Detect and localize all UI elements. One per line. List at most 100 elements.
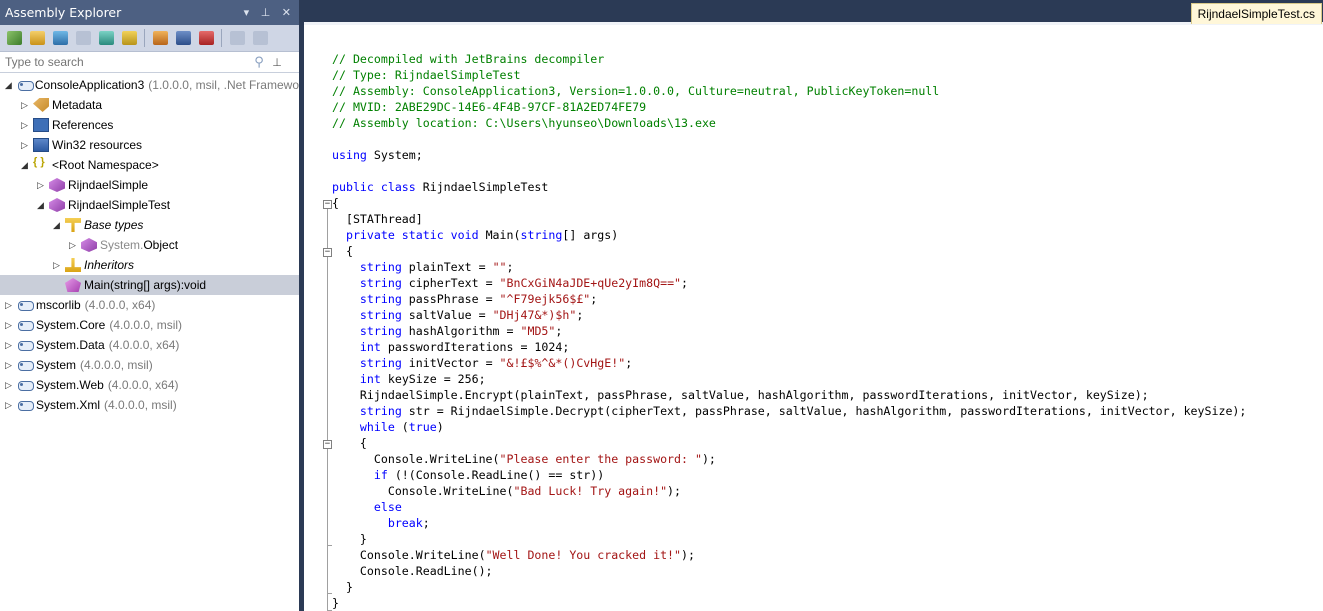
code-token: ) — [436, 420, 444, 434]
code-line: Console.WriteLine("Well Done! You cracke… — [332, 547, 695, 563]
clear-list-button[interactable] — [195, 27, 217, 49]
panel-title-bar: Assembly Explorer ▾ ⊥ ✕ — [0, 0, 299, 25]
save-list-button[interactable] — [172, 27, 194, 49]
tree-item-inheritors[interactable]: ▷ Inheritors — [0, 255, 299, 275]
tree-item-label: RijndaelSimpleTest — [68, 198, 171, 212]
expand-arrow-icon[interactable]: ▷ — [3, 320, 14, 331]
open-process-button[interactable] — [95, 27, 117, 49]
code-line: int keySize = 256; — [332, 371, 486, 387]
code-token: "^F79ejk56$£" — [499, 292, 591, 306]
search-icon[interactable]: ⚲ — [250, 53, 268, 71]
open-nuget-button[interactable] — [72, 27, 94, 49]
tree-item-label: System — [36, 358, 77, 372]
code-token: // Assembly: ConsoleApplication3, Versio… — [332, 84, 940, 98]
code-token: } — [332, 596, 339, 610]
code-token: // MVID: 2ABE29DC-14E6-4F4B-97CF-81A2ED7… — [332, 100, 647, 114]
code-line: // Type: RijndaelSimpleTest — [332, 67, 520, 83]
tree-item-rijndaelsimple[interactable]: ▷ RijndaelSimple — [0, 175, 299, 195]
assembly-list-button[interactable] — [149, 27, 171, 49]
tree-item-label: System.Data — [36, 338, 105, 352]
code-line: string plainText = ""; — [332, 259, 514, 275]
tree-item-metadata[interactable]: ▷ Metadata — [0, 95, 299, 115]
tree-item-version: (4.0.0.0, x64) — [107, 378, 179, 392]
panel-window-controls[interactable]: ▾ ⊥ ✕ — [244, 0, 295, 25]
nuget-icon — [75, 31, 91, 45]
code-token: ); — [701, 452, 716, 466]
code-token: private static void — [332, 228, 479, 242]
code-line: using System; — [332, 147, 423, 163]
collapse-arrow-icon[interactable]: ◢ — [35, 200, 46, 211]
code-line: string str = RijndaelSimple.Decrypt(ciph… — [332, 403, 1247, 419]
open-assembly-icon — [6, 31, 22, 45]
collapse-arrow-icon[interactable]: ◢ — [19, 160, 30, 171]
expand-arrow-icon[interactable]: ▷ — [3, 340, 14, 351]
symbols-icon — [121, 31, 137, 45]
tree-item-version: (4.0.0.0, msil) — [104, 398, 177, 412]
expand-arrow-icon[interactable]: ▷ — [19, 140, 30, 151]
code-line: private static void Main(string[] args) — [332, 227, 618, 243]
code-token: } — [332, 532, 367, 546]
code-token: using — [332, 148, 367, 162]
code-token: } — [332, 580, 353, 594]
search-input[interactable] — [0, 52, 250, 72]
expand-arrow-icon[interactable]: ▷ — [19, 100, 30, 111]
open-assembly-button[interactable] — [3, 27, 25, 49]
expand-arrow-icon[interactable]: ▷ — [3, 400, 14, 411]
collapse-arrow-icon[interactable]: ◢ — [51, 220, 62, 231]
code-token: ; — [422, 516, 430, 530]
code-line: } — [332, 579, 353, 595]
tree-item-sysobject[interactable]: ▷ System. Object — [0, 235, 299, 255]
tree-item-rijndaelsimpletest[interactable]: ◢ RijndaelSimpleTest — [0, 195, 299, 215]
code-line: string cipherText = "BnCxGiN4aJDE+qUe2yI… — [332, 275, 688, 291]
tree-item-system[interactable]: ▷ System (4.0.0.0, msil) — [0, 355, 299, 375]
collapse-arrow-icon[interactable]: ◢ — [3, 80, 14, 91]
export-project-button[interactable] — [249, 27, 271, 49]
expand-arrow-icon[interactable]: ▷ — [3, 360, 14, 371]
expand-arrow-icon[interactable]: ▷ — [19, 120, 30, 131]
fold-toggle-method[interactable]: − — [323, 248, 332, 257]
tree-item-sysxml[interactable]: ▷ System.Xml (4.0.0.0, msil) — [0, 395, 299, 415]
document-tab-strip: RijndaelSimpleTest.cs — [304, 0, 1323, 25]
fold-toggle-while[interactable]: − — [323, 440, 332, 449]
export-button[interactable] — [226, 27, 248, 49]
open-folder-button[interactable] — [26, 27, 48, 49]
code-token: { — [332, 196, 339, 210]
tree-item-sysdata[interactable]: ▷ System.Data (4.0.0.0, x64) — [0, 335, 299, 355]
clear-icon — [198, 31, 214, 45]
tree-item-mainmethod[interactable]: Main(string[] args):void — [0, 275, 299, 295]
document-tab[interactable]: RijndaelSimpleTest.cs — [1190, 3, 1322, 24]
code-line: { — [332, 243, 353, 259]
expand-arrow-icon[interactable]: ▷ — [3, 300, 14, 311]
tree-item-consoleapp3[interactable]: ◢ ConsoleApplication3 (1.0.0.0, msil, .Net… — [0, 75, 299, 95]
tree-item-syscore[interactable]: ▷ System.Core (4.0.0.0, msil) — [0, 315, 299, 335]
tree-item-references[interactable]: ▷ References — [0, 115, 299, 135]
code-token: else — [332, 500, 402, 514]
tree-item-sysweb[interactable]: ▷ System.Web (4.0.0.0, x64) — [0, 375, 299, 395]
expand-arrow-icon[interactable]: ▷ — [35, 180, 46, 191]
inheritors-icon — [65, 258, 81, 272]
method-icon — [65, 278, 81, 292]
expand-arrow-icon[interactable]: ▷ — [3, 380, 14, 391]
tree-item-win32res[interactable]: ▷ Win32 resources — [0, 135, 299, 155]
tree-item-mscorlib[interactable]: ▷ mscorlib (4.0.0.0, x64) — [0, 295, 299, 315]
code-line: Console.WriteLine("Please enter the pass… — [332, 451, 716, 467]
expand-arrow-icon[interactable]: ▷ — [51, 260, 62, 271]
assembly-icon — [17, 378, 34, 392]
code-token: (!(Console.ReadLine() == str)) — [387, 468, 605, 482]
class-icon — [81, 238, 97, 252]
tree-item-label: ConsoleApplication3 — [34, 78, 145, 92]
code-line: // Assembly: ConsoleApplication3, Versio… — [332, 83, 939, 99]
code-token: int — [332, 372, 381, 386]
namespace-icon — [33, 156, 49, 172]
expand-arrow-icon[interactable]: ▷ — [67, 240, 78, 251]
open-from-gac-button[interactable] — [49, 27, 71, 49]
open-symbols-button[interactable] — [118, 27, 140, 49]
code-token: "" — [492, 260, 507, 274]
pin-icon[interactable]: ⊥ — [268, 53, 286, 71]
code-token: [] args) — [562, 228, 619, 242]
assembly-icon — [17, 358, 34, 372]
assembly-explorer-panel: Assembly Explorer ▾ ⊥ ✕ ⚲ ⊥ ◢ ConsoleAppl… — [0, 0, 299, 611]
tree-item-rootns[interactable]: ◢ <Root Namespace> — [0, 155, 299, 175]
tree-item-basetypes[interactable]: ◢ Base types — [0, 215, 299, 235]
fold-toggle-class[interactable]: − — [323, 200, 332, 209]
